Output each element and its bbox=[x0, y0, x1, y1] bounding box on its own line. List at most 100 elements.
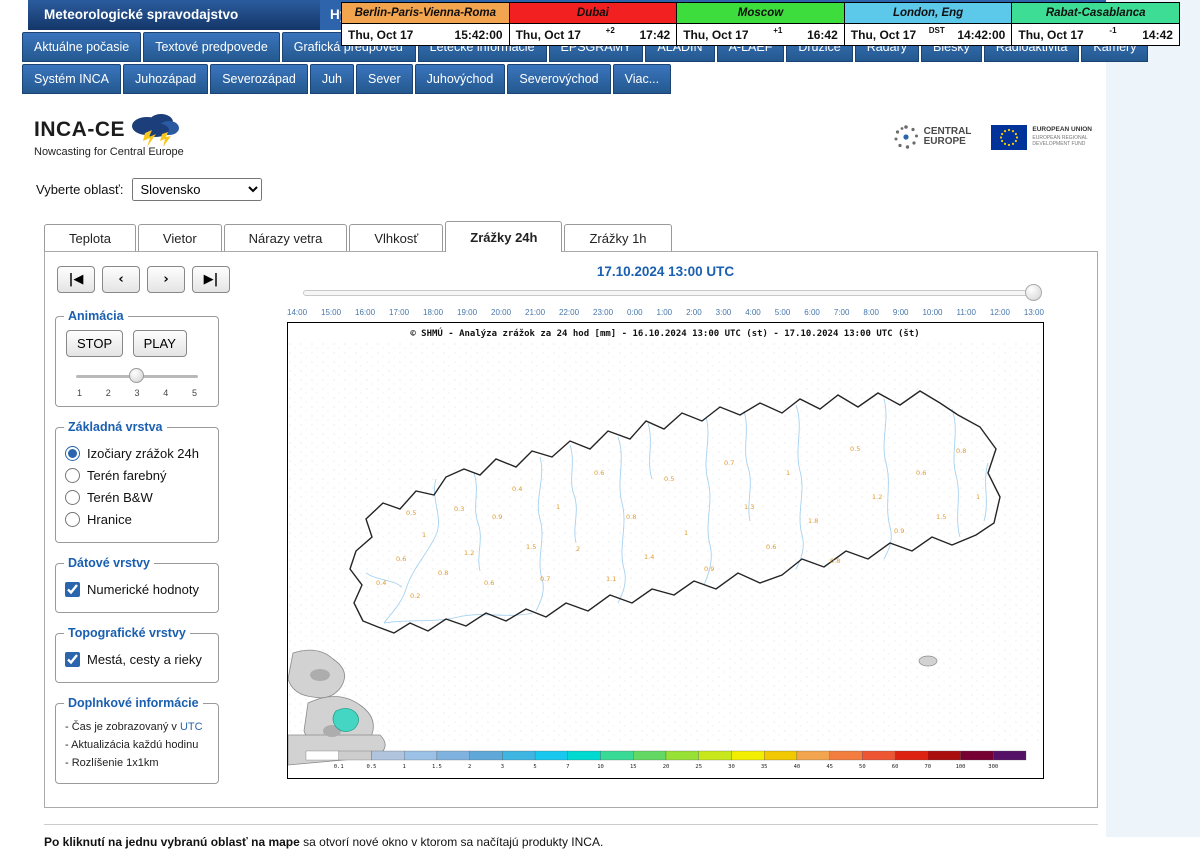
nav-tab-system-inca[interactable]: Systém INCA bbox=[22, 64, 121, 94]
next-frame-button[interactable]: › bbox=[147, 266, 185, 293]
timeline-slider[interactable] bbox=[303, 285, 1033, 303]
timeline-tick-labels: 14:0015:0016:0017:0018:0019:0020:0021:00… bbox=[287, 308, 1044, 317]
nav-tab-aktualne-pocasie[interactable]: Aktuálne počasie bbox=[22, 32, 141, 62]
base-layer-option[interactable]: Hranice bbox=[65, 512, 209, 527]
timeline-tick: 11:00 bbox=[956, 308, 975, 317]
layer-option[interactable]: Mestá, cesty a rieky bbox=[65, 652, 209, 667]
scale-value: 45 bbox=[826, 764, 833, 770]
speed-label: 1 bbox=[77, 388, 82, 398]
precip-value: 1.4 bbox=[644, 553, 654, 561]
precipitation-map[interactable]: © SHMÚ - Analýza zrážok za 24 hod [mm] -… bbox=[287, 322, 1044, 779]
precip-value: 0.5 bbox=[850, 445, 860, 453]
checkbox-mesta-cesty-a-rieky[interactable] bbox=[65, 652, 80, 667]
stop-button[interactable]: STOP bbox=[66, 330, 123, 357]
tab-zrazky-24h[interactable]: Zrážky 24h bbox=[445, 221, 562, 252]
clock-time-value: 14:42:00 bbox=[957, 28, 1005, 42]
timeline-tick: 15:00 bbox=[321, 308, 341, 317]
footer-note-rest: sa otvorí nové okno v ktorom sa načítajú… bbox=[300, 835, 603, 849]
timeline-thumb[interactable] bbox=[1025, 284, 1042, 301]
terrain-stipple bbox=[289, 343, 1042, 743]
scale-value: 60 bbox=[892, 764, 899, 770]
scale-value: 20 bbox=[663, 764, 670, 770]
tab-teplota[interactable]: Teplota bbox=[44, 224, 136, 251]
timeline-track[interactable] bbox=[303, 290, 1033, 296]
scale-segment bbox=[339, 751, 372, 760]
first-frame-button[interactable]: |◀ bbox=[57, 266, 95, 293]
scale-value: 40 bbox=[794, 764, 801, 770]
scale-segment bbox=[830, 751, 863, 760]
base-layer-option[interactable]: Terén farebný bbox=[65, 468, 209, 483]
frame-stepper: |◀ ‹ › ▶| bbox=[57, 266, 231, 293]
radio-hranice[interactable] bbox=[65, 512, 80, 527]
clock-time-row: Thu, Oct 17+217:42 bbox=[510, 24, 677, 45]
checkbox-numericke-hodnoty[interactable] bbox=[65, 582, 80, 597]
scale-value: 30 bbox=[728, 764, 735, 770]
play-button[interactable]: PLAY bbox=[133, 330, 187, 357]
clock-date: Thu, Oct 17 bbox=[683, 28, 748, 42]
radio-teren-b-w[interactable] bbox=[65, 490, 80, 505]
tab-vietor[interactable]: Vietor bbox=[138, 224, 222, 251]
data-layers-legend: Dátové vrstvy bbox=[64, 556, 154, 570]
eu-flag-icon bbox=[991, 125, 1027, 150]
speed-label: 5 bbox=[192, 388, 197, 398]
clock-time-row: Thu, Oct 17+116:42 bbox=[677, 24, 844, 45]
nav-tab-juhovychod[interactable]: Juhovýchod bbox=[415, 64, 506, 94]
scale-value: 15 bbox=[630, 764, 637, 770]
info-line: - Rozlíšenie 1x1km bbox=[65, 757, 209, 769]
base-layer-option[interactable]: Terén B&W bbox=[65, 490, 209, 505]
nav-tab-textove-predpovede[interactable]: Textové predpovede bbox=[143, 32, 280, 62]
tab-narazy-vetra[interactable]: Nárazy vetra bbox=[224, 224, 348, 251]
scale-segment bbox=[633, 751, 666, 760]
speed-label: 2 bbox=[106, 388, 111, 398]
utc-link[interactable]: UTC bbox=[180, 721, 203, 733]
clock-time-row: Thu, Oct 17-114:42 bbox=[1012, 24, 1179, 45]
scale-value: 0.5 bbox=[366, 764, 376, 770]
nav-tab-severovychod[interactable]: Severovýchod bbox=[507, 64, 610, 94]
nav-tab-juh[interactable]: Juh bbox=[310, 64, 354, 94]
radio-izociary-zrazok-24h[interactable] bbox=[65, 446, 80, 461]
clock-city-name: Moscow bbox=[677, 3, 844, 24]
timeline-tick: 23:00 bbox=[593, 308, 613, 317]
scale-value: 3 bbox=[501, 764, 504, 770]
prev-frame-button[interactable]: ‹ bbox=[102, 266, 140, 293]
scale-value: 10 bbox=[597, 764, 604, 770]
scale-value: 35 bbox=[761, 764, 768, 770]
speed-label: 4 bbox=[163, 388, 168, 398]
nav-tab-viac[interactable]: Viac... bbox=[613, 64, 672, 94]
option-label: Terén farebný bbox=[87, 468, 167, 483]
layer-option[interactable]: Numerické hodnoty bbox=[65, 582, 209, 597]
scale-value: 300 bbox=[988, 764, 998, 770]
timeline-tick: 18:00 bbox=[423, 308, 443, 317]
tab-vlhkost[interactable]: Vlhkosť bbox=[349, 224, 443, 251]
precip-value: 0.6 bbox=[594, 469, 604, 477]
clock-date: Thu, Oct 17 bbox=[851, 28, 916, 42]
option-label: Hranice bbox=[87, 512, 132, 527]
topo-layers-group: Topografické vrstvy Mestá, cesty a rieky bbox=[55, 626, 219, 683]
scale-value: 2 bbox=[468, 764, 471, 770]
option-label: Izočiary zrážok 24h bbox=[87, 446, 199, 461]
scale-segment bbox=[993, 751, 1026, 760]
animation-speed-slider[interactable] bbox=[76, 367, 198, 385]
nav-tab-sever[interactable]: Sever bbox=[356, 64, 413, 94]
nav-tab-juhozapad[interactable]: Juhozápad bbox=[123, 64, 208, 94]
central-europe-text-2: EUROPE bbox=[924, 137, 972, 148]
radio-teren-farebny[interactable] bbox=[65, 468, 80, 483]
info-line: - Aktualizácia každú hodinu bbox=[65, 739, 209, 751]
nav-tab-severozapad[interactable]: Severozápad bbox=[210, 64, 308, 94]
option-label: Terén B&W bbox=[87, 490, 153, 505]
inca-logo: INCA-CE Nowcasting for Central Europe bbox=[34, 110, 184, 158]
slider-thumb[interactable] bbox=[129, 368, 144, 383]
precip-value: 0.9 bbox=[704, 565, 714, 573]
region-select[interactable]: Slovensko bbox=[132, 178, 262, 201]
world-clock-cell: DubaiThu, Oct 17+217:42 bbox=[509, 2, 678, 46]
scale-value: 1 bbox=[403, 764, 406, 770]
clock-time-row: Thu, Oct 17DST14:42:00 bbox=[845, 24, 1012, 45]
scale-segment bbox=[731, 751, 764, 760]
clock-city-name: Dubai bbox=[510, 3, 677, 24]
last-frame-button[interactable]: ▶| bbox=[192, 266, 230, 293]
additional-info-legend: Doplnkové informácie bbox=[64, 696, 203, 710]
option-label: Mestá, cesty a rieky bbox=[87, 652, 202, 667]
footer-divider bbox=[44, 824, 1098, 825]
base-layer-option[interactable]: Izočiary zrážok 24h bbox=[65, 446, 209, 461]
tab-zrazky-1h[interactable]: Zrážky 1h bbox=[564, 224, 671, 251]
